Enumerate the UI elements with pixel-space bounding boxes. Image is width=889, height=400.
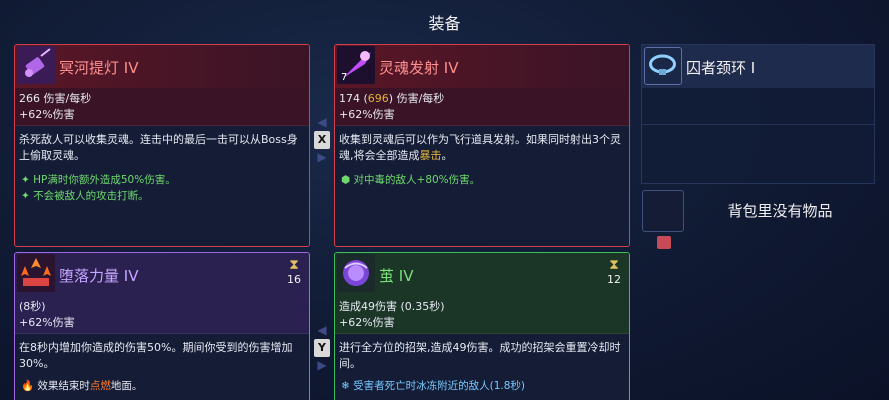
item-perks: ✦ HP满时你额外造成50%伤害。 ✦ 不会被敌人的攻击打断。 bbox=[21, 174, 176, 202]
item-perks: ⬢ 对中毒的敌人+80%伤害。 bbox=[341, 174, 481, 186]
hourglass-icon: ⧗ bbox=[609, 257, 619, 273]
arrow-left-icon: ◀ bbox=[317, 115, 327, 129]
backpack-icon bbox=[657, 236, 671, 249]
page-title: 装备 bbox=[428, 14, 461, 33]
cocoon-icon bbox=[337, 254, 375, 292]
item-name: 冥河提灯 IV bbox=[59, 59, 139, 77]
item-description: 杀死敌人可以收集灵魂。连击中的最后一击可以从Boss身上偷取灵魂。 bbox=[19, 133, 298, 162]
amulet-slot[interactable]: 囚者颈环 I bbox=[641, 44, 875, 184]
item-stats: (8秒) +62%伤害 bbox=[15, 296, 309, 334]
hourglass-icon: ⧗ bbox=[289, 257, 299, 273]
key-prompt-x: X bbox=[314, 131, 330, 149]
icon-count-label: 7 bbox=[341, 72, 348, 83]
cooldown-timer: ⧗ 16 bbox=[287, 257, 301, 286]
backpack-slot[interactable] bbox=[642, 190, 684, 232]
item-card-cocoon[interactable]: 茧 IV ⧗ 12 造成49伤害 (0.35秒) +62%伤害 进行全方位的招架… bbox=[334, 252, 630, 400]
item-perks: 🔥 效果结束时点燃地面。 bbox=[21, 380, 143, 392]
item-name: 茧 IV bbox=[379, 267, 414, 285]
flame-icon: 🔥 bbox=[21, 380, 35, 392]
item-stats: 造成49伤害 (0.35秒) +62%伤害 bbox=[335, 296, 629, 334]
item-card-soul-launch[interactable]: 7 灵魂发射 IV 174 (696) 伤害/每秒 +62%伤害 收集到灵魂后可… bbox=[334, 44, 630, 247]
item-card-fallen-power[interactable]: 堕落力量 IV ⧗ 16 (8秒) +62%伤害 在8秒内增加你造成的伤害50%… bbox=[14, 252, 310, 400]
cooldown-timer: ⧗ 12 bbox=[607, 257, 621, 286]
soul-projectile-icon: 7 bbox=[337, 46, 375, 84]
item-description: 在8秒内增加你造成的伤害50%。期间你受到的伤害增加30%。 bbox=[19, 341, 293, 370]
item-perks: ❄ 受害者死亡时冰冻附近的敌人(1.8秒) bbox=[341, 380, 526, 392]
item-name: 堕落力量 IV bbox=[59, 267, 139, 285]
lantern-icon bbox=[17, 46, 55, 84]
item-name: 灵魂发射 IV bbox=[379, 59, 459, 77]
item-description: 进行全方位的招架,造成49伤害。成功的招架会重置冷却时间。 bbox=[339, 341, 621, 370]
backpack-empty-text: 背包里没有物品 bbox=[727, 202, 833, 220]
arrow-left-icon: ◀ bbox=[317, 323, 327, 337]
arrow-right-icon: ▶ bbox=[317, 358, 327, 372]
power-totem-icon bbox=[17, 254, 55, 292]
swap-weapons-control[interactable]: ◀ X ▶ bbox=[312, 116, 332, 164]
collar-icon bbox=[644, 47, 682, 85]
swap-skills-control[interactable]: ◀ Y ▶ bbox=[312, 324, 332, 372]
item-stats: 266 伤害/每秒 +62%伤害 bbox=[15, 88, 309, 126]
item-description: 收集到灵魂后可以作为飞行道具发射。如果同时射出3个灵魂,将会全部造成暴击。 bbox=[339, 133, 621, 162]
item-stats: 174 (696) 伤害/每秒 +62%伤害 bbox=[335, 88, 629, 126]
amulet-name: 囚者颈环 I bbox=[686, 59, 756, 77]
item-card-styx-lantern[interactable]: 冥河提灯 IV 266 伤害/每秒 +62%伤害 杀死敌人可以收集灵魂。连击中的… bbox=[14, 44, 310, 247]
key-prompt-y: Y bbox=[314, 339, 330, 357]
arrow-right-icon: ▶ bbox=[317, 150, 327, 164]
